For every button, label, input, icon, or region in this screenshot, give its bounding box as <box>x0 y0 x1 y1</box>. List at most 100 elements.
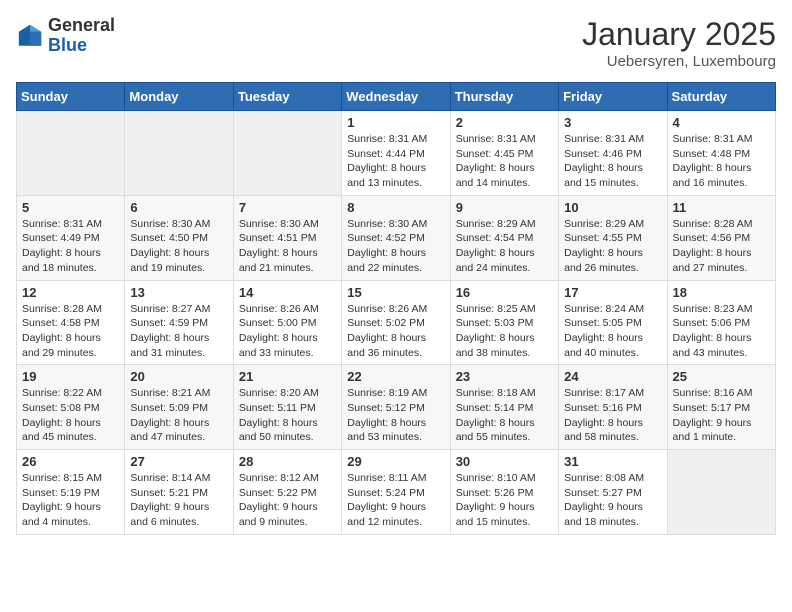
calendar-cell: 4 Sunrise: 8:31 AM Sunset: 4:48 PM Daylig… <box>667 111 775 196</box>
calendar-cell: 5 Sunrise: 8:31 AM Sunset: 4:49 PM Daylig… <box>17 195 125 280</box>
day-info: Sunrise: 8:30 AM Sunset: 4:52 PM Dayligh… <box>347 217 444 276</box>
day-info: Sunrise: 8:23 AM Sunset: 5:06 PM Dayligh… <box>673 302 770 361</box>
calendar-cell <box>17 111 125 196</box>
day-number: 4 <box>673 115 770 130</box>
weekday-header-friday: Friday <box>559 83 667 111</box>
calendar-cell: 3 Sunrise: 8:31 AM Sunset: 4:46 PM Daylig… <box>559 111 667 196</box>
calendar-cell: 25 Sunrise: 8:16 AM Sunset: 5:17 PM Dayli… <box>667 365 775 450</box>
day-number: 1 <box>347 115 444 130</box>
weekday-header-monday: Monday <box>125 83 233 111</box>
day-number: 25 <box>673 369 770 384</box>
day-number: 23 <box>456 369 553 384</box>
calendar-week-1: 1Sunrise: 8:31 AM Sunset: 4:44 PM Daylig… <box>17 111 776 196</box>
calendar-cell: 19Sunrise: 8:22 AM Sunset: 5:08 PM Dayli… <box>17 365 125 450</box>
calendar-cell: 29Sunrise: 8:11 AM Sunset: 5:24 PM Dayli… <box>342 450 450 535</box>
day-number: 27 <box>130 454 227 469</box>
calendar-cell: 8 Sunrise: 8:30 AM Sunset: 4:52 PM Daylig… <box>342 195 450 280</box>
day-info: Sunrise: 8:19 AM Sunset: 5:12 PM Dayligh… <box>347 386 444 445</box>
calendar-cell: 23 Sunrise: 8:18 AM Sunset: 5:14 PM Dayli… <box>450 365 558 450</box>
day-info: Sunrise: 8:16 AM Sunset: 5:17 PM Dayligh… <box>673 386 770 445</box>
calendar-cell: 18 Sunrise: 8:23 AM Sunset: 5:06 PM Dayli… <box>667 280 775 365</box>
calendar-cell: 2 Sunrise: 8:31 AM Sunset: 4:45 PM Daylig… <box>450 111 558 196</box>
calendar-cell: 12 Sunrise: 8:28 AM Sunset: 4:58 PM Dayli… <box>17 280 125 365</box>
day-info: Sunrise: 8:28 AM Sunset: 4:58 PM Dayligh… <box>22 302 119 361</box>
day-info: Sunrise: 8:14 AM Sunset: 5:21 PM Dayligh… <box>130 471 227 530</box>
day-number: 9 <box>456 200 553 215</box>
day-info: Sunrise: 8:31 AM Sunset: 4:48 PM Dayligh… <box>673 132 770 191</box>
title-block: January 2025 Uebersyren, Luxembourg <box>582 16 776 70</box>
calendar-header: SundayMondayTuesdayWednesdayThursdayFrid… <box>17 83 776 111</box>
weekday-header-tuesday: Tuesday <box>233 83 341 111</box>
logo: General Blue <box>16 16 115 56</box>
day-info: Sunrise: 8:31 AM Sunset: 4:49 PM Dayligh… <box>22 217 119 276</box>
calendar-body: 1Sunrise: 8:31 AM Sunset: 4:44 PM Daylig… <box>17 111 776 535</box>
day-info: Sunrise: 8:30 AM Sunset: 4:51 PM Dayligh… <box>239 217 336 276</box>
day-number: 14 <box>239 285 336 300</box>
calendar-week-3: 12 Sunrise: 8:28 AM Sunset: 4:58 PM Dayli… <box>17 280 776 365</box>
calendar-cell: 14 Sunrise: 8:26 AM Sunset: 5:00 PM Dayli… <box>233 280 341 365</box>
calendar-week-2: 5 Sunrise: 8:31 AM Sunset: 4:49 PM Daylig… <box>17 195 776 280</box>
day-info: Sunrise: 8:12 AM Sunset: 5:22 PM Dayligh… <box>239 471 336 530</box>
weekday-header-wednesday: Wednesday <box>342 83 450 111</box>
day-number: 8 <box>347 200 444 215</box>
calendar-cell: 21 Sunrise: 8:20 AM Sunset: 5:11 PM Dayli… <box>233 365 341 450</box>
calendar-week-5: 26 Sunrise: 8:15 AM Sunset: 5:19 PM Dayli… <box>17 450 776 535</box>
day-number: 15 <box>347 285 444 300</box>
day-info: Sunrise: 8:29 AM Sunset: 4:55 PM Dayligh… <box>564 217 661 276</box>
logo-text: General Blue <box>48 16 115 56</box>
day-info: Sunrise: 8:26 AM Sunset: 5:02 PM Dayligh… <box>347 302 444 361</box>
day-number: 2 <box>456 115 553 130</box>
day-info: Sunrise: 8:29 AM Sunset: 4:54 PM Dayligh… <box>456 217 553 276</box>
page-header: General Blue January 2025 Uebersyren, Lu… <box>16 16 776 70</box>
weekday-header-sunday: Sunday <box>17 83 125 111</box>
calendar-cell: 20 Sunrise: 8:21 AM Sunset: 5:09 PM Dayli… <box>125 365 233 450</box>
day-info: Sunrise: 8:24 AM Sunset: 5:05 PM Dayligh… <box>564 302 661 361</box>
calendar-cell: 30Sunrise: 8:10 AM Sunset: 5:26 PM Dayli… <box>450 450 558 535</box>
weekday-header-thursday: Thursday <box>450 83 558 111</box>
day-info: Sunrise: 8:31 AM Sunset: 4:46 PM Dayligh… <box>564 132 661 191</box>
day-number: 29 <box>347 454 444 469</box>
calendar-cell: 31 Sunrise: 8:08 AM Sunset: 5:27 PM Dayli… <box>559 450 667 535</box>
day-info: Sunrise: 8:31 AM Sunset: 4:45 PM Dayligh… <box>456 132 553 191</box>
day-number: 12 <box>22 285 119 300</box>
calendar-week-4: 19Sunrise: 8:22 AM Sunset: 5:08 PM Dayli… <box>17 365 776 450</box>
weekday-header-saturday: Saturday <box>667 83 775 111</box>
day-info: Sunrise: 8:26 AM Sunset: 5:00 PM Dayligh… <box>239 302 336 361</box>
day-number: 10 <box>564 200 661 215</box>
calendar-cell: 6Sunrise: 8:30 AM Sunset: 4:50 PM Daylig… <box>125 195 233 280</box>
day-info: Sunrise: 8:15 AM Sunset: 5:19 PM Dayligh… <box>22 471 119 530</box>
calendar-cell: 22 Sunrise: 8:19 AM Sunset: 5:12 PM Dayli… <box>342 365 450 450</box>
day-info: Sunrise: 8:18 AM Sunset: 5:14 PM Dayligh… <box>456 386 553 445</box>
calendar-cell: 15 Sunrise: 8:26 AM Sunset: 5:02 PM Dayli… <box>342 280 450 365</box>
day-number: 20 <box>130 369 227 384</box>
calendar-cell <box>667 450 775 535</box>
day-number: 21 <box>239 369 336 384</box>
day-number: 3 <box>564 115 661 130</box>
logo-blue-text: Blue <box>48 36 115 56</box>
day-number: 7 <box>239 200 336 215</box>
day-info: Sunrise: 8:08 AM Sunset: 5:27 PM Dayligh… <box>564 471 661 530</box>
calendar-cell: 13Sunrise: 8:27 AM Sunset: 4:59 PM Dayli… <box>125 280 233 365</box>
day-number: 16 <box>456 285 553 300</box>
calendar-table: SundayMondayTuesdayWednesdayThursdayFrid… <box>16 82 776 535</box>
day-info: Sunrise: 8:30 AM Sunset: 4:50 PM Dayligh… <box>130 217 227 276</box>
weekday-header-row: SundayMondayTuesdayWednesdayThursdayFrid… <box>17 83 776 111</box>
calendar-cell: 1Sunrise: 8:31 AM Sunset: 4:44 PM Daylig… <box>342 111 450 196</box>
day-number: 26 <box>22 454 119 469</box>
day-number: 22 <box>347 369 444 384</box>
day-info: Sunrise: 8:21 AM Sunset: 5:09 PM Dayligh… <box>130 386 227 445</box>
day-number: 28 <box>239 454 336 469</box>
logo-general-text: General <box>48 16 115 36</box>
day-number: 31 <box>564 454 661 469</box>
calendar-cell: 9 Sunrise: 8:29 AM Sunset: 4:54 PM Daylig… <box>450 195 558 280</box>
calendar-cell: 16Sunrise: 8:25 AM Sunset: 5:03 PM Dayli… <box>450 280 558 365</box>
day-number: 30 <box>456 454 553 469</box>
calendar-cell: 27 Sunrise: 8:14 AM Sunset: 5:21 PM Dayli… <box>125 450 233 535</box>
calendar-cell: 26 Sunrise: 8:15 AM Sunset: 5:19 PM Dayli… <box>17 450 125 535</box>
location: Uebersyren, Luxembourg <box>582 53 776 70</box>
calendar-cell: 11Sunrise: 8:28 AM Sunset: 4:56 PM Dayli… <box>667 195 775 280</box>
day-number: 5 <box>22 200 119 215</box>
day-number: 18 <box>673 285 770 300</box>
day-info: Sunrise: 8:20 AM Sunset: 5:11 PM Dayligh… <box>239 386 336 445</box>
calendar-cell: 17Sunrise: 8:24 AM Sunset: 5:05 PM Dayli… <box>559 280 667 365</box>
